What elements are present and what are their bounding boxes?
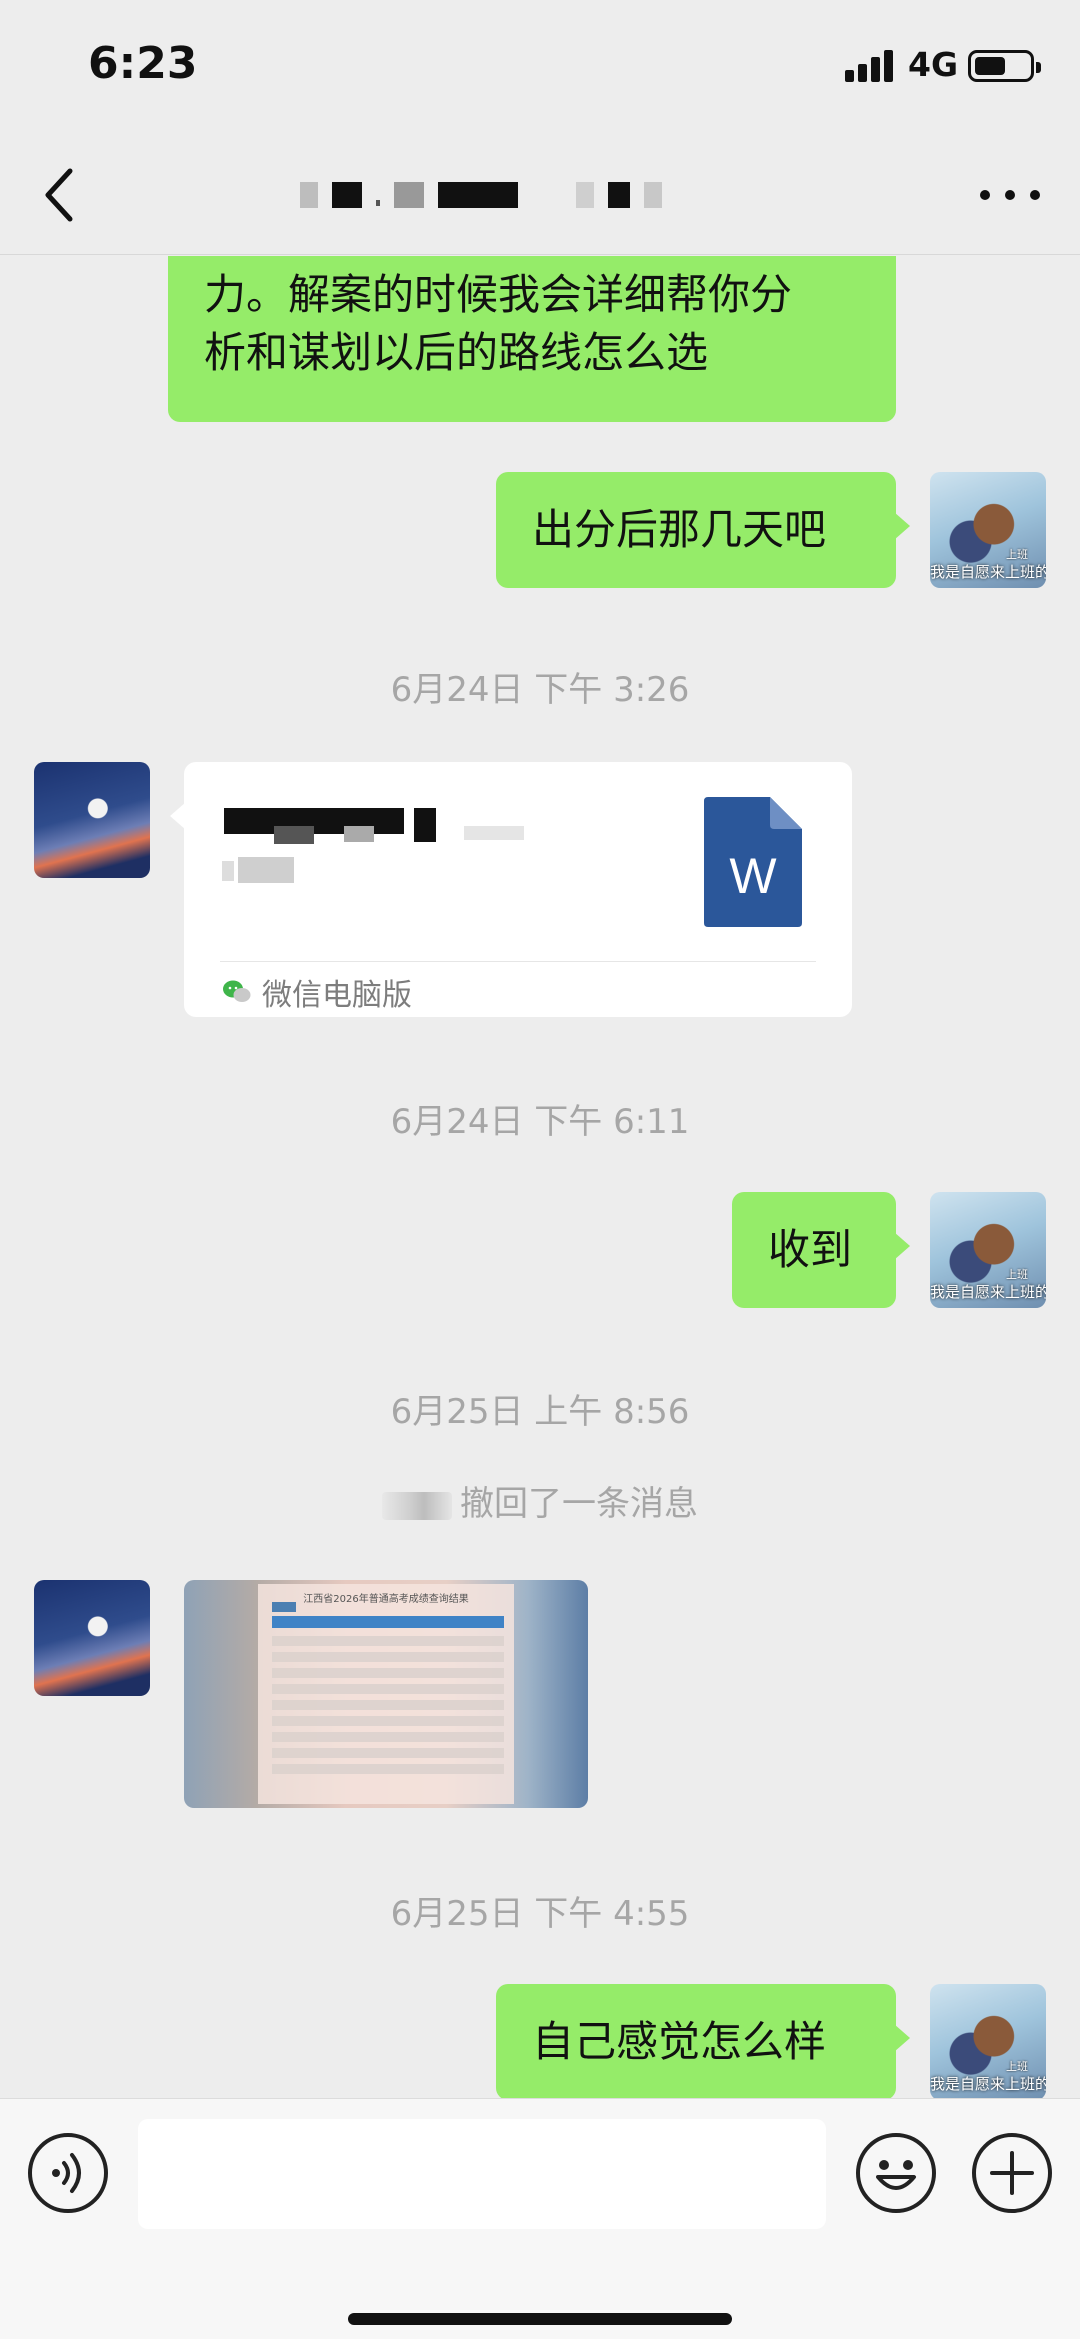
chat-header: [0, 135, 1080, 255]
message-bubble-me[interactable]: 出分后那几天吧: [496, 472, 910, 588]
avatar-me[interactable]: 上班 我是自愿来上班的: [930, 1984, 1046, 2098]
message-text-line: 析和谋划以后的路线怎么选: [204, 328, 709, 377]
sender-name-redacted: [382, 1491, 452, 1520]
file-size-redacted: [222, 857, 302, 885]
recall-text: 撤回了一条消息: [460, 1484, 698, 1524]
emoji-icon: [876, 2160, 916, 2190]
home-indicator[interactable]: [348, 2313, 732, 2325]
file-name-redacted: [224, 790, 644, 844]
message-bubble-me[interactable]: 力。解案的时候我会详细帮你分 析和谋划以后的路线怎么选: [168, 256, 896, 422]
message-text-line: 力。解案的时候我会详细帮你分: [204, 270, 793, 319]
file-source-label: 微信电脑版: [262, 978, 412, 1013]
back-button[interactable]: [30, 155, 90, 235]
avatar-caption-small: 上班: [1006, 548, 1028, 561]
message-input[interactable]: [138, 2119, 826, 2229]
chevron-left-icon: [45, 168, 73, 222]
status-bar: 6:23 4G: [0, 0, 1080, 135]
message-text: 收到: [768, 1225, 853, 1274]
network-label: 4G: [908, 45, 959, 84]
more-button[interactable]: [980, 175, 1040, 215]
image-caption: 江西省2026年普通高考成绩查询结果: [303, 1594, 469, 1605]
recall-notice: 撤回了一条消息: [0, 1476, 1080, 1525]
plus-icon: [990, 2151, 1034, 2195]
input-bar: [0, 2098, 1080, 2339]
divider: [220, 961, 816, 962]
message-text: 自己感觉怎么样: [532, 2017, 827, 2066]
avatar-other[interactable]: [34, 762, 150, 878]
chat-title-redacted: [300, 175, 800, 215]
message-list[interactable]: 力。解案的时候我会详细帮你分 析和谋划以后的路线怎么选 出分后那几天吧 上班 我…: [0, 256, 1080, 2098]
voice-button[interactable]: [28, 2133, 108, 2213]
battery-icon: [968, 50, 1041, 82]
timestamp: 6月24日 下午 6:11: [390, 1102, 690, 1142]
avatar-caption-small: 上班: [1006, 2060, 1028, 2073]
ellipsis-icon: [980, 190, 990, 200]
avatar-caption: 我是自愿来上班的: [930, 563, 1046, 581]
message-bubble-me[interactable]: 收到: [732, 1192, 910, 1308]
avatar-caption-small: 上班: [1006, 1268, 1028, 1281]
plus-button[interactable]: [972, 2133, 1052, 2213]
avatar-other[interactable]: [34, 1580, 150, 1696]
status-time: 6:23: [88, 38, 198, 89]
image-content: 江西省2026年普通高考成绩查询结果: [258, 1584, 514, 1804]
signal-icon: [845, 48, 897, 82]
file-source: 微信电脑版: [222, 972, 412, 1013]
message-text: 出分后那几天吧: [532, 505, 827, 554]
avatar-caption: 我是自愿来上班的: [930, 1283, 1046, 1301]
wechat-icon: [223, 980, 251, 1002]
file-message-card[interactable]: W 微信电脑版: [170, 762, 852, 1017]
timestamp: 6月24日 下午 3:26: [390, 670, 690, 710]
avatar-me[interactable]: 上班 我是自愿来上班的: [930, 1192, 1046, 1308]
emoji-button[interactable]: [856, 2133, 936, 2213]
avatar-caption: 我是自愿来上班的: [930, 2075, 1046, 2093]
voice-icon: [52, 2153, 81, 2193]
image-message[interactable]: 江西省2026年普通高考成绩查询结果: [184, 1580, 588, 1808]
wechat-chat-screen: 6:23 4G 力。解案的时候我会详细帮你分 析和谋划以后的路线怎么选 出分后那…: [0, 0, 1080, 2339]
timestamp: 6月25日 上午 8:56: [390, 1392, 690, 1432]
avatar-me[interactable]: 上班 我是自愿来上班的: [930, 472, 1046, 588]
word-letter: W: [729, 848, 777, 904]
message-bubble-me[interactable]: 自己感觉怎么样: [496, 1984, 910, 2098]
word-file-icon: W: [704, 797, 802, 927]
timestamp: 6月25日 下午 4:55: [390, 1894, 690, 1934]
